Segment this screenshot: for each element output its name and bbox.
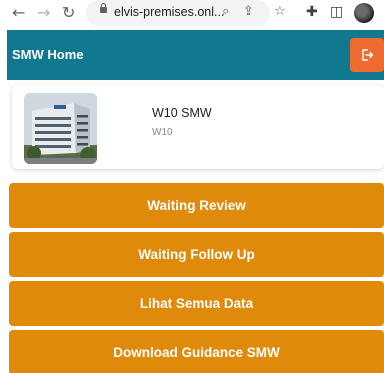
url-text[interactable]: elvis-premises.onl... [114, 4, 224, 20]
app-header: SMW Home [7, 30, 384, 80]
back-arrow-icon[interactable]: ← [12, 3, 25, 23]
profile-code: W10 [152, 127, 173, 138]
address-bar[interactable]: elvis-premises.onl... ⌕ ⇪ [86, 0, 270, 26]
download-guidance-button[interactable]: Download Guidance SMW [9, 330, 384, 373]
view-all-data-button[interactable]: Lihat Semua Data [9, 281, 384, 326]
page-title: SMW Home [12, 47, 84, 62]
zoom-icon[interactable]: ⌕ [222, 3, 229, 21]
share-icon[interactable]: ⇪ [243, 3, 254, 21]
page: ← → ↻ elvis-premises.onl... ⌕ ⇪ ☆ ✚ ◫ SM… [0, 0, 384, 373]
profile-card: W10 SMW W10 [12, 85, 384, 169]
reload-icon[interactable]: ↻ [62, 3, 75, 23]
logout-button[interactable] [350, 38, 384, 72]
building-photo [24, 93, 97, 164]
side-panel-icon[interactable]: ◫ [330, 3, 343, 21]
extensions-icon[interactable]: ✚ [306, 3, 318, 21]
lock-icon[interactable] [100, 3, 107, 13]
browser-toolbar: ← → ↻ elvis-premises.onl... ⌕ ⇪ ☆ ✚ ◫ [0, 0, 384, 30]
profile-avatar[interactable] [354, 3, 374, 23]
forward-arrow-icon[interactable]: → [37, 3, 50, 23]
bookmark-star-icon[interactable]: ☆ [274, 3, 286, 21]
waiting-review-button[interactable]: Waiting Review [9, 183, 384, 228]
waiting-follow-up-button[interactable]: Waiting Follow Up [9, 232, 384, 277]
profile-name: W10 SMW [152, 106, 212, 120]
logout-icon [362, 49, 374, 61]
